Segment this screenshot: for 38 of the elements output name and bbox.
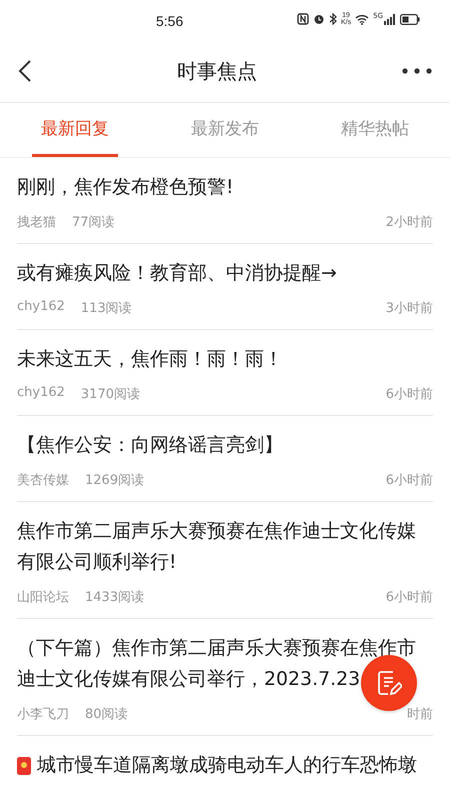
post-time: 6小时前 <box>386 472 433 489</box>
post-title[interactable]: 焦作市第二届声乐大赛预赛在焦作迪士文化传媒有限公司顺利举行! <box>17 516 433 578</box>
page-title: 时事焦点 <box>177 58 257 84</box>
status-time: 5:56 <box>156 13 184 29</box>
post-title[interactable]: 未来这五天，焦作雨！雨！雨！ <box>17 344 433 375</box>
read-count: 1433阅读 <box>85 589 144 606</box>
nfc-icon <box>296 13 309 25</box>
tab[interactable]: 最新回复 <box>32 103 118 157</box>
alarm-icon <box>312 13 325 25</box>
bluetooth-icon <box>328 13 337 25</box>
post-time: 2小时前 <box>386 214 433 231</box>
post-title[interactable]: 【焦作公安：向网络谣言亮剑】 <box>17 430 433 461</box>
edit-icon <box>376 669 402 697</box>
post-author: 山阳论坛 <box>17 589 69 606</box>
envelope-icon <box>17 756 31 774</box>
post-time: 3小时前 <box>386 300 433 317</box>
post-author: chy162 <box>17 299 65 316</box>
post-time: 6小时前 <box>386 589 433 606</box>
post-title[interactable]: 或有瘫痪风险！教育部、中消协提醒→ <box>17 258 433 289</box>
read-count: 113阅读 <box>80 300 132 317</box>
post-title[interactable]: （下午篇）焦作市第二届声乐大赛预赛在焦作市迪士文化传媒有限公司举行，2023.7.23 <box>17 633 433 695</box>
post-time: 时前 <box>407 706 433 723</box>
read-count: 80阅读 <box>85 706 128 723</box>
read-count: 1269阅读 <box>85 472 144 489</box>
post-author: 小李飞刀 <box>17 706 69 723</box>
read-count: 77阅读 <box>72 214 115 231</box>
more-icon <box>402 68 432 74</box>
post-title[interactable]: 城市慢车道隔离墩成骑电动车人的行车恐怖墩 <box>37 750 417 781</box>
post-title[interactable]: 刚刚，焦作发布橙色预警! <box>17 172 433 203</box>
post-author: 美杏传媒 <box>17 472 69 489</box>
post-author: 拽老猫 <box>17 214 56 231</box>
post-time: 6小时前 <box>386 386 433 403</box>
post-author: chy162 <box>17 385 65 402</box>
wifi-icon <box>355 14 370 24</box>
signal-icon <box>384 14 396 24</box>
battery-icon <box>400 14 420 24</box>
back-icon <box>18 59 32 83</box>
read-count: 3170阅读 <box>80 386 140 403</box>
